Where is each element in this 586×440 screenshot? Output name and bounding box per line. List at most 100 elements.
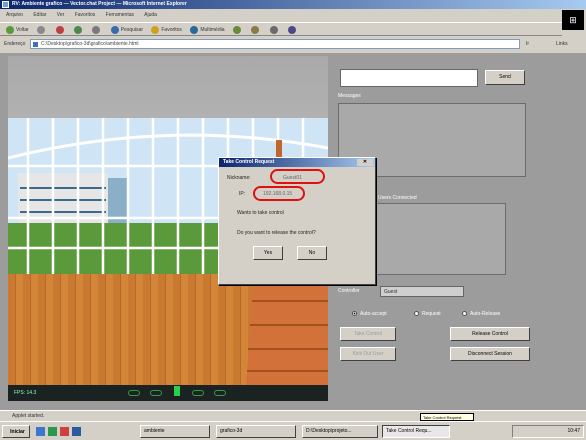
start-button[interactable]: Iniciar — [2, 425, 30, 438]
quicklaunch-desktop-icon[interactable] — [48, 427, 57, 436]
dialog-title: Take Control Request — [223, 159, 275, 165]
home-button[interactable] — [92, 23, 102, 35]
radio-unchecked-icon — [414, 311, 419, 317]
radio-unchecked-icon — [462, 311, 467, 317]
dialog-titlebar[interactable]: Take Control Request ✕ — [219, 158, 375, 167]
taskbar: Iniciar ambiente grafico-3d D:\Desktop\p… — [0, 421, 586, 440]
nickname-highlight — [270, 169, 325, 184]
menu-file[interactable]: Arquivo — [6, 12, 23, 18]
disconnect-button[interactable]: Disconnect Session — [450, 347, 530, 361]
clock: 10:47 — [567, 428, 580, 434]
multimedia-label: Multimédia — [200, 27, 225, 33]
forward-button[interactable] — [37, 23, 47, 35]
browser-window: RV: Ambiente grafico — Vector.chat Proje… — [0, 0, 586, 440]
quicklaunch-outlook-icon[interactable] — [60, 427, 69, 436]
release-control-button[interactable]: Release Control — [450, 327, 530, 341]
menu-help[interactable]: Ajuda — [144, 12, 157, 18]
print-button[interactable] — [269, 23, 280, 35]
go-button[interactable]: Ir — [526, 39, 546, 49]
mail-button[interactable] — [251, 23, 261, 35]
radio-auto-accept-label: Auto-accept — [360, 311, 387, 317]
send-button[interactable]: Send — [485, 70, 525, 85]
stop-button[interactable] — [55, 23, 66, 35]
window-titlebar[interactable]: RV: Ambiente grafico — Vector.chat Proje… — [0, 0, 586, 9]
navigation-controls[interactable] — [128, 386, 238, 397]
controller-field: Guest — [380, 286, 464, 297]
refresh-icon — [73, 25, 82, 34]
status-text: Applet started. — [12, 413, 45, 419]
address-bar: Endereço C:\Desktop\grafico-3d\grafico\a… — [0, 38, 586, 51]
history-button[interactable] — [232, 23, 243, 35]
search-icon — [110, 25, 119, 34]
chat-input[interactable] — [340, 69, 478, 87]
forward-arrow-icon — [37, 25, 46, 34]
nav-up-icon[interactable] — [174, 386, 180, 396]
radio-checked-icon — [352, 311, 357, 317]
multimedia-button[interactable]: Multimédia — [190, 23, 225, 35]
menu-favorites[interactable]: Favoritos — [75, 12, 96, 18]
yes-button[interactable]: Yes — [253, 246, 283, 260]
scene-status-bar: FPS: 14.3 — [8, 385, 328, 401]
printer-icon — [269, 25, 278, 34]
fps-readout: FPS: 14.3 — [14, 390, 37, 396]
controller-label: Controller — [338, 288, 360, 294]
ip-label: IP: — [239, 191, 246, 197]
system-tray: 10:47 — [512, 425, 584, 438]
scene-wooden-stairs — [246, 281, 328, 385]
home-icon — [92, 25, 101, 34]
back-button[interactable]: Voltar — [6, 23, 29, 35]
task-take-control[interactable]: Take Control Requ... — [382, 425, 450, 438]
address-label: Endereço — [4, 41, 26, 47]
radio-auto-release[interactable]: Auto-Release — [462, 311, 500, 317]
mail-icon — [251, 25, 260, 34]
star-icon — [151, 25, 160, 34]
users-label: Users Connected — [378, 195, 417, 201]
links-button[interactable]: Links — [556, 39, 568, 49]
menu-edit[interactable]: Editar — [33, 12, 46, 18]
browser-status-bar: Applet started. — [0, 410, 586, 421]
window-title: RV: Ambiente grafico — Vector.chat Proje… — [12, 1, 187, 7]
search-label: Pesquisar — [120, 27, 143, 33]
task-desktop[interactable]: D:\Desktop\projeto... — [302, 425, 378, 438]
history-icon — [232, 25, 241, 34]
media-icon — [190, 25, 199, 34]
back-arrow-icon — [6, 25, 14, 34]
ie-icon — [2, 1, 9, 8]
wants-control-text: Wants to take control — [237, 210, 284, 216]
nav-walk-icon[interactable] — [128, 390, 140, 396]
menu-view[interactable]: Ver — [57, 12, 65, 18]
menu-tools[interactable]: Ferramentas — [106, 12, 134, 18]
nav-pan-icon[interactable] — [150, 390, 162, 396]
search-button[interactable]: Pesquisar — [110, 23, 143, 35]
favorites-button[interactable]: Favoritos — [151, 23, 182, 35]
stop-icon — [55, 25, 64, 34]
no-button[interactable]: No — [297, 246, 327, 260]
nav-turn-icon[interactable] — [192, 390, 204, 396]
menu-bar: Arquivo Editar Ver Favoritos Ferramentas… — [0, 11, 586, 20]
radio-request[interactable]: Request — [414, 311, 441, 317]
nickname-label: Nickname: — [227, 175, 251, 181]
start-label: Iniciar — [10, 429, 25, 435]
radio-auto-accept[interactable]: Auto-accept — [352, 311, 387, 317]
messages-label: Messages — [338, 93, 361, 99]
back-label: Voltar — [16, 27, 29, 33]
radio-auto-release-label: Auto-Release — [470, 311, 501, 317]
release-question: Do you want to release the control? — [237, 230, 316, 236]
refresh-button[interactable] — [73, 23, 84, 35]
quicklaunch-media-icon[interactable] — [72, 427, 81, 436]
nav-tilt-icon[interactable] — [214, 390, 226, 396]
kick-out-button[interactable]: Kick Out User — [340, 347, 396, 361]
edit-icon — [288, 25, 297, 34]
quicklaunch-ie-icon[interactable] — [36, 427, 45, 436]
ip-highlight — [253, 186, 305, 201]
take-control-button[interactable]: Take Control — [340, 327, 396, 341]
browser-toolbar: Voltar Pesquisar Favoritos Multimédia — [0, 22, 562, 36]
task-grafico[interactable]: grafico-3d — [216, 425, 296, 438]
address-input[interactable]: C:\Desktop\grafico-3d\grafico\ambiente.h… — [30, 39, 520, 49]
task-ambiente[interactable]: ambiente — [140, 425, 210, 438]
close-icon[interactable]: ✕ — [357, 159, 373, 166]
radio-request-label: Request — [422, 311, 441, 317]
taskbar-tooltip: Take Control Request — [420, 413, 474, 421]
favorites-label: Favoritos — [161, 27, 182, 33]
edit-button[interactable] — [288, 23, 298, 35]
